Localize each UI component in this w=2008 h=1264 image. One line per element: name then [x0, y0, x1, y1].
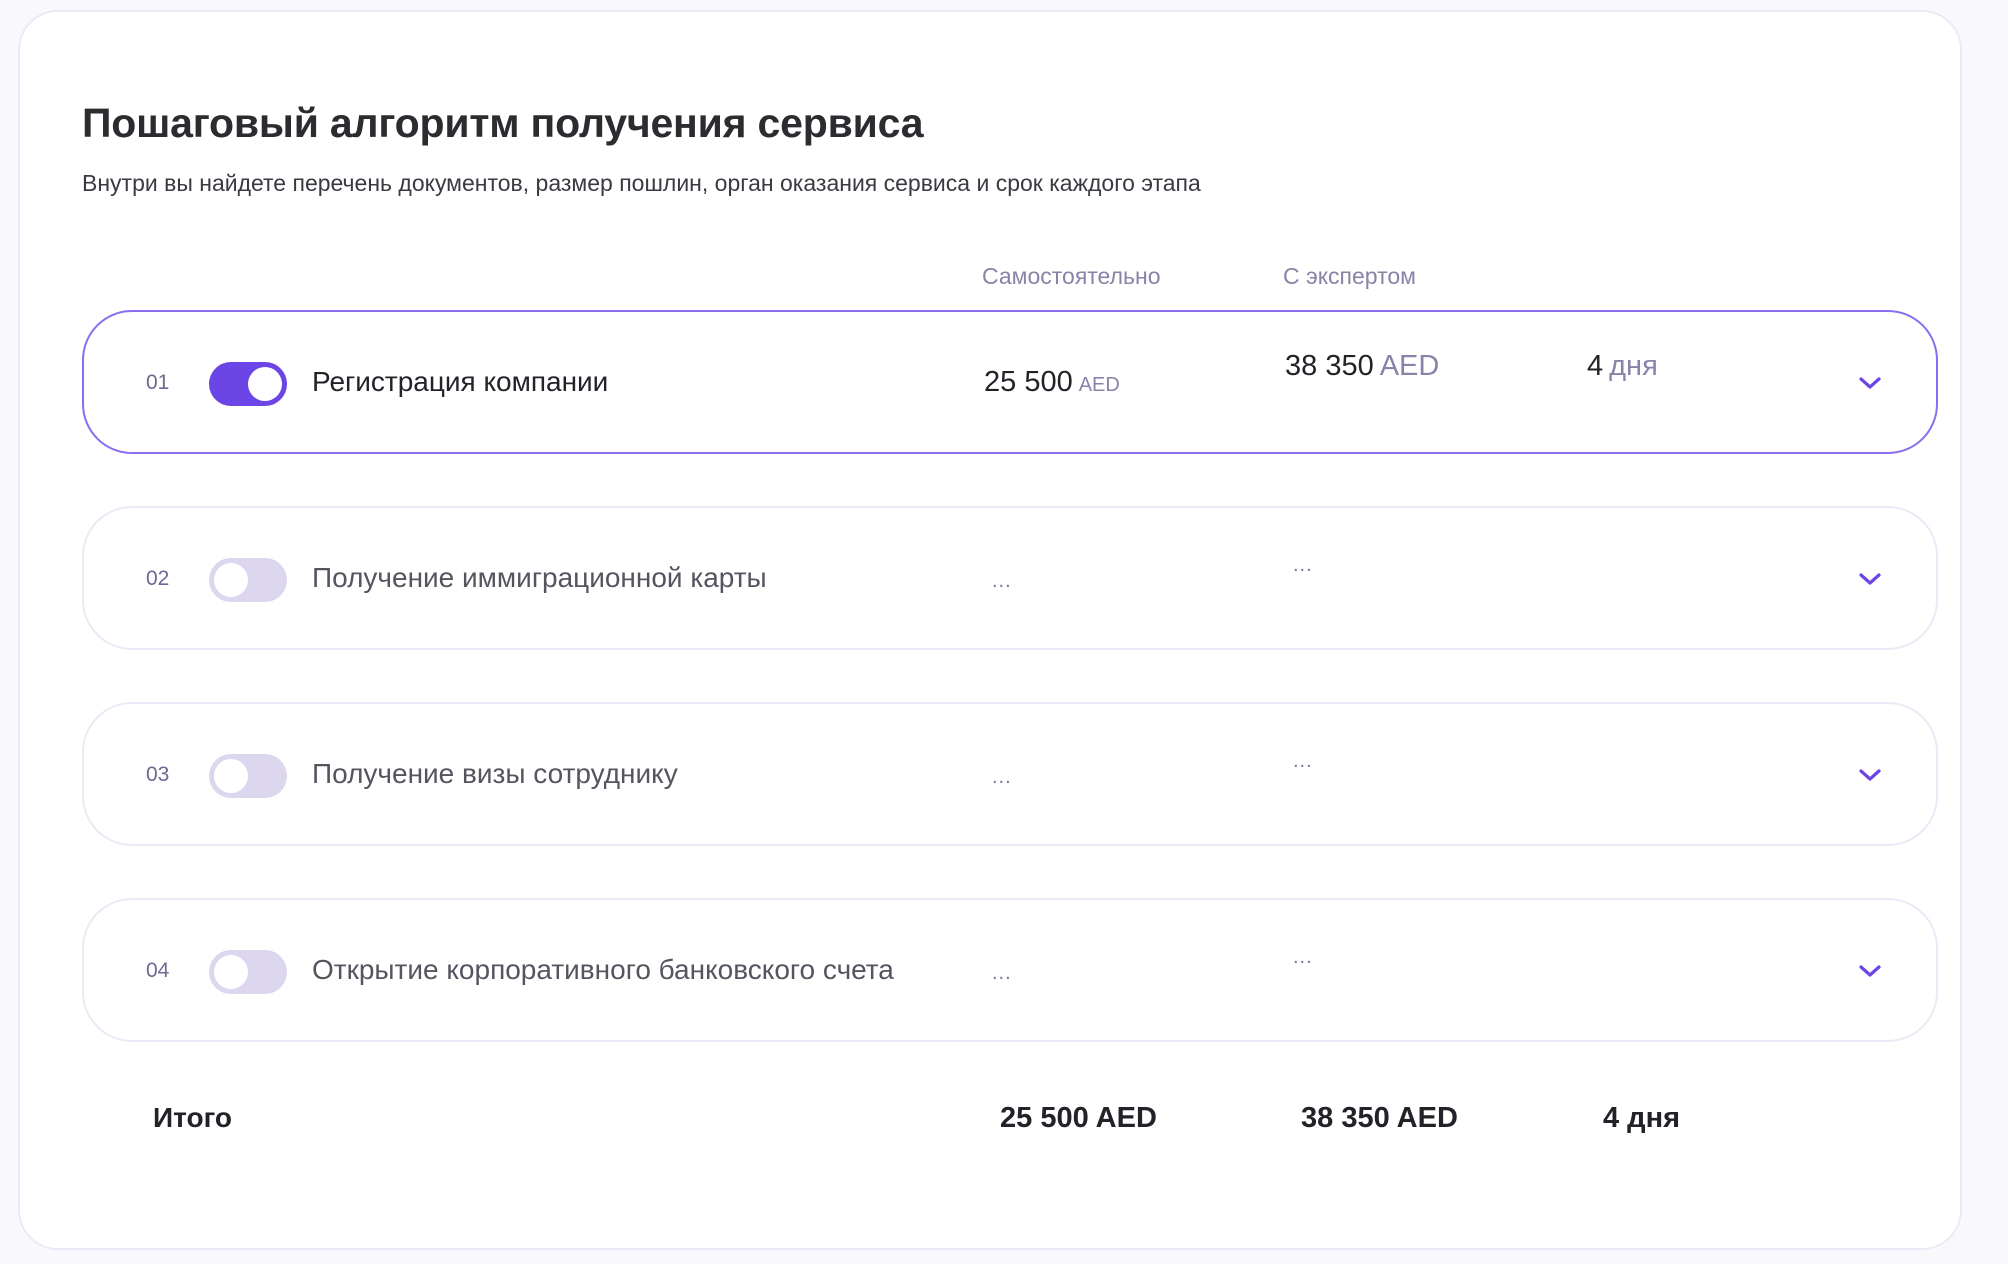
step-price-self: 25 500 AED — [984, 366, 1120, 399]
total-price-expert: 38 350 AED — [1301, 1102, 1458, 1134]
chevron-down-icon[interactable] — [1856, 764, 1884, 786]
step-toggle[interactable] — [209, 754, 287, 798]
step-label: Получение иммиграционной карты — [312, 562, 767, 593]
price-self-amount: 25 500 — [984, 366, 1073, 398]
step-row-3[interactable]: 03 Получение визы сотруднику ... ... — [82, 702, 1938, 846]
duration-number: 4 — [1587, 350, 1604, 382]
column-header-self: Самостоятельно — [982, 263, 1161, 289]
step-label: Открытие корпоративного банковского счет… — [312, 954, 894, 985]
toggle-knob — [214, 955, 248, 989]
price-expert-placeholder: ... — [1293, 946, 1313, 968]
step-number: 04 — [146, 959, 170, 982]
price-self-placeholder: ... — [992, 766, 1012, 788]
price-expert-currency: AED — [1379, 350, 1440, 382]
step-price-expert: 38 350 AED — [1285, 350, 1439, 383]
chevron-down-icon[interactable] — [1856, 960, 1884, 982]
toggle-knob — [248, 367, 282, 401]
step-label: Регистрация компании — [312, 366, 609, 397]
chevron-down-icon[interactable] — [1856, 372, 1884, 394]
step-label: Получение визы сотруднику — [312, 758, 678, 789]
step-number: 01 — [146, 371, 170, 394]
duration-unit: дня — [1609, 350, 1658, 382]
step-row-1[interactable]: 01 Регистрация компании 25 500 AED 38 350… — [82, 310, 1938, 454]
step-number: 03 — [146, 763, 170, 786]
price-self-currency: AED — [1078, 374, 1120, 396]
chevron-down-icon[interactable] — [1856, 568, 1884, 590]
page-title: Пошаговый алгоритм получения сервиса — [82, 100, 924, 146]
step-number: 02 — [146, 567, 170, 590]
step-toggle[interactable] — [209, 558, 287, 602]
step-row-4[interactable]: 04 Открытие корпоративного банковского с… — [82, 898, 1938, 1042]
total-price-self: 25 500 AED — [1000, 1102, 1157, 1134]
toggle-knob — [214, 563, 248, 597]
price-self-placeholder: ... — [992, 570, 1012, 592]
price-expert-placeholder: ... — [1293, 554, 1313, 576]
step-duration: 4 дня — [1587, 350, 1658, 383]
step-row-2[interactable]: 02 Получение иммиграционной карты ... ..… — [82, 506, 1938, 650]
service-algorithm-card: Пошаговый алгоритм получения сервиса Вну… — [18, 10, 1962, 1250]
price-expert-amount: 38 350 — [1285, 350, 1374, 382]
step-toggle[interactable] — [209, 950, 287, 994]
price-self-placeholder: ... — [992, 962, 1012, 984]
total-duration: 4 дня — [1603, 1102, 1681, 1134]
page-subtitle: Внутри вы найдете перечень документов, р… — [82, 170, 1201, 196]
total-label: Итого — [153, 1102, 232, 1133]
price-expert-placeholder: ... — [1293, 750, 1313, 772]
column-header-expert: С экспертом — [1283, 263, 1416, 289]
step-toggle[interactable] — [209, 362, 287, 406]
toggle-knob — [214, 759, 248, 793]
